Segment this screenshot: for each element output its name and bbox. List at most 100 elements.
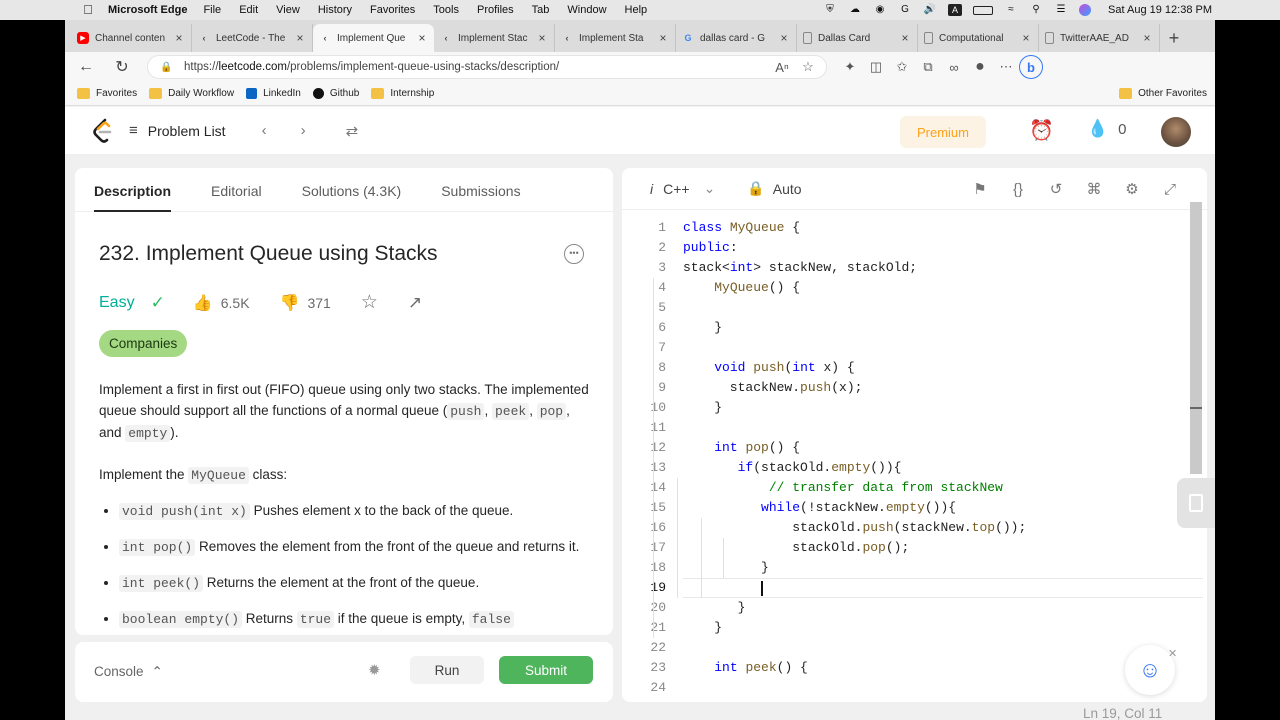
more-options-icon[interactable]: ••• bbox=[564, 244, 584, 264]
browser-tab[interactable]: ‹ LeetCode - The × bbox=[192, 24, 313, 52]
control-center-icon[interactable]: ☰ bbox=[1054, 4, 1068, 16]
close-icon[interactable]: × bbox=[294, 31, 306, 45]
bing-icon[interactable]: b bbox=[1019, 55, 1043, 79]
browser-tab[interactable]: ‹ Implement Stac × bbox=[434, 24, 555, 52]
menu-app-name[interactable]: Microsoft Edge bbox=[108, 4, 187, 16]
run-button[interactable]: Run bbox=[410, 656, 484, 684]
collections-icon[interactable]: ⧉ bbox=[915, 55, 941, 79]
profile-icon[interactable]: ● bbox=[967, 55, 993, 79]
wifi-icon[interactable]: ≈ bbox=[1004, 4, 1018, 16]
alarm-clock-icon[interactable]: ⏰ bbox=[1029, 119, 1054, 143]
menu-favorites[interactable]: Favorites bbox=[370, 4, 415, 16]
close-icon[interactable]: ✕ bbox=[1168, 647, 1177, 660]
refresh-icon[interactable]: ↻ bbox=[107, 55, 137, 79]
submit-button[interactable]: Submit bbox=[499, 656, 593, 684]
favorite-item[interactable]: Favorites bbox=[77, 88, 137, 99]
creative-cloud-icon[interactable]: ☁ bbox=[848, 4, 862, 16]
favorite-item[interactable]: Github bbox=[312, 88, 359, 99]
shuffle-icon[interactable]: ⇄ bbox=[346, 122, 359, 140]
shield-icon[interactable]: ⛨ bbox=[823, 4, 837, 16]
dislike-button[interactable]: 👎 371 bbox=[280, 293, 331, 313]
close-icon[interactable]: × bbox=[1141, 31, 1153, 45]
menubar-clock[interactable]: Sat Aug 19 12:38 PM bbox=[1108, 4, 1212, 16]
prev-problem-icon[interactable]: ‹ bbox=[262, 122, 267, 139]
fullscreen-icon[interactable]: ⤢ bbox=[1159, 179, 1181, 201]
extensions-icon[interactable]: ✦ bbox=[837, 55, 863, 79]
siri-icon[interactable] bbox=[1079, 4, 1092, 16]
close-icon[interactable]: × bbox=[899, 31, 911, 45]
companies-tag[interactable]: Companies bbox=[99, 330, 188, 357]
command-icon[interactable]: ⌘ bbox=[1083, 179, 1105, 201]
browser-tab-active[interactable]: ‹ Implement Que × bbox=[313, 24, 434, 52]
avatar[interactable] bbox=[1161, 117, 1191, 147]
menu-help[interactable]: Help bbox=[625, 4, 648, 16]
close-icon[interactable]: × bbox=[536, 31, 548, 45]
more-icon[interactable]: ⋯ bbox=[993, 55, 1019, 79]
tab-editorial[interactable]: Editorial bbox=[211, 183, 262, 211]
battery-icon[interactable] bbox=[973, 5, 994, 15]
apple-icon[interactable]:  bbox=[80, 2, 96, 18]
like-button[interactable]: 👍 6.5K bbox=[193, 293, 250, 313]
format-braces-icon[interactable]: {} bbox=[1007, 179, 1029, 201]
new-tab-button[interactable]: + bbox=[1160, 24, 1188, 52]
other-favorites[interactable]: Other Favorites bbox=[1119, 88, 1207, 99]
browser-tab[interactable]: TwitterAAE_AD × bbox=[1039, 24, 1160, 52]
lock-icon[interactable]: 🔒 bbox=[160, 62, 174, 73]
close-icon[interactable]: × bbox=[416, 31, 428, 45]
editor-scrollbar[interactable] bbox=[1190, 202, 1202, 474]
tab-submissions[interactable]: Submissions bbox=[441, 183, 520, 211]
reset-icon[interactable]: ↺ bbox=[1045, 179, 1067, 201]
close-icon[interactable]: × bbox=[1020, 31, 1032, 45]
auto-mode[interactable]: 🔒 Auto bbox=[747, 180, 801, 197]
notes-button[interactable] bbox=[1177, 478, 1215, 528]
next-problem-icon[interactable]: › bbox=[301, 122, 306, 139]
share-icon[interactable]: ↗ bbox=[408, 293, 422, 313]
star-icon[interactable]: ☆ bbox=[361, 291, 378, 314]
favorite-item[interactable]: Daily Workflow bbox=[149, 88, 234, 99]
back-icon[interactable]: ← bbox=[71, 55, 101, 79]
volume-icon[interactable]: 🔊 bbox=[923, 4, 937, 16]
tab-description[interactable]: Description bbox=[94, 183, 172, 212]
menu-history[interactable]: History bbox=[318, 4, 352, 16]
menu-profiles[interactable]: Profiles bbox=[477, 4, 514, 16]
language-select[interactable]: i C++ ⌄ bbox=[650, 180, 715, 197]
copilot-icon[interactable]: ∞ bbox=[941, 55, 967, 79]
code-editor[interactable]: 1 class MyQueue {2 public: 3 stack<int> stac… bbox=[622, 218, 1203, 698]
favorite-item[interactable]: Internship bbox=[371, 88, 434, 99]
favorite-item[interactable]: LinkedIn bbox=[246, 88, 301, 99]
menu-tab[interactable]: Tab bbox=[532, 4, 550, 16]
close-icon[interactable]: × bbox=[657, 31, 669, 45]
problem-list-button[interactable]: ≡ Problem List bbox=[129, 122, 226, 139]
grammarly-icon[interactable]: ◉ bbox=[873, 4, 887, 16]
premium-button[interactable]: Premium bbox=[900, 116, 986, 148]
tab-solutions[interactable]: Solutions (4.3K) bbox=[302, 183, 402, 211]
browser-tab[interactable]: Gdallas card - G × bbox=[676, 24, 797, 52]
browser-tab[interactable]: ‹ Implement Sta × bbox=[555, 24, 676, 52]
browser-tab[interactable]: Dallas Card × bbox=[797, 24, 918, 52]
star-icon[interactable]: ☆ bbox=[795, 55, 821, 79]
menu-edit[interactable]: Edit bbox=[239, 4, 258, 16]
code-line: } bbox=[683, 560, 769, 575]
browser-tab[interactable]: Computational × bbox=[918, 24, 1039, 52]
leetcode-logo-icon[interactable] bbox=[91, 118, 115, 144]
settings-gear-icon[interactable]: ⚙ bbox=[1121, 179, 1143, 201]
bookmark-icon[interactable]: ⚑ bbox=[969, 179, 991, 201]
favorites-icon[interactable]: ✩ bbox=[889, 55, 915, 79]
split-screen-icon[interactable]: ◫ bbox=[863, 55, 889, 79]
console-toggle[interactable]: Console ⌃ bbox=[94, 664, 163, 680]
close-icon[interactable]: × bbox=[173, 31, 185, 45]
menu-file[interactable]: File bbox=[203, 4, 221, 16]
close-icon[interactable]: × bbox=[778, 31, 790, 45]
address-bar[interactable]: 🔒 https://leetcode.com/problems/implemen… bbox=[147, 55, 827, 79]
menu-window[interactable]: Window bbox=[567, 4, 606, 16]
menu-view[interactable]: View bbox=[276, 4, 300, 16]
google-icon[interactable]: G bbox=[898, 4, 912, 16]
menu-tools[interactable]: Tools bbox=[433, 4, 459, 16]
paragraph-text: class: bbox=[248, 467, 288, 482]
streak-counter[interactable]: 💧 0 bbox=[1087, 119, 1127, 139]
debug-icon[interactable]: ✹ bbox=[368, 661, 381, 679]
spotlight-icon[interactable]: ⚲ bbox=[1029, 4, 1043, 16]
read-aloud-icon[interactable]: Aⁿ bbox=[769, 55, 795, 79]
browser-tab[interactable]: ▶ Channel conten × bbox=[71, 24, 192, 52]
input-source-icon[interactable]: A bbox=[948, 4, 963, 16]
